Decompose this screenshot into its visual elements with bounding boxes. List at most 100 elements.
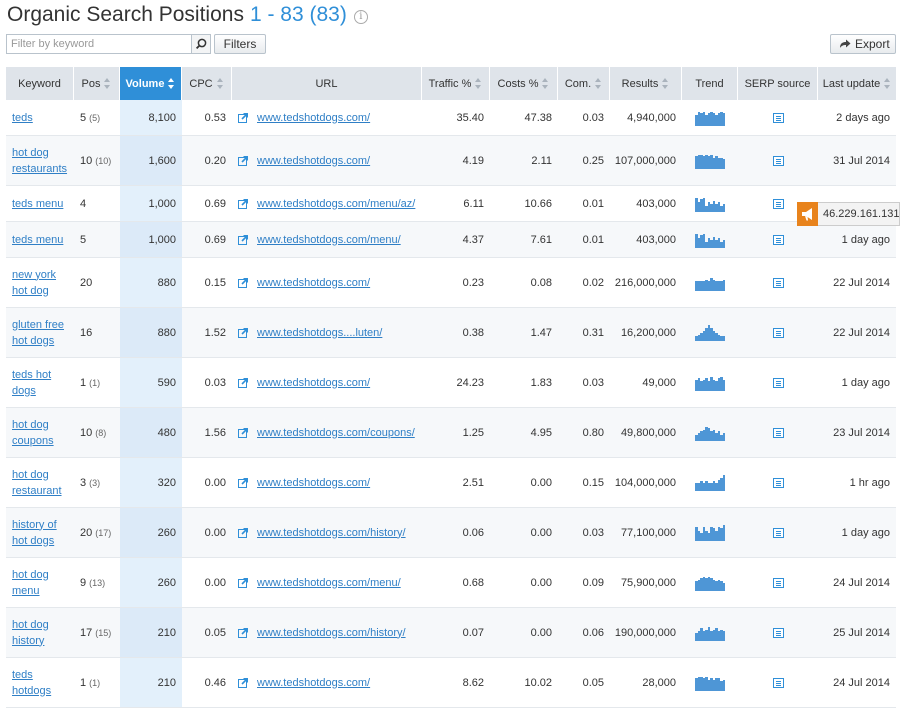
serp-source-icon[interactable] <box>772 427 784 438</box>
cell-trend <box>682 186 738 221</box>
position-value: 4 <box>80 197 87 210</box>
external-link-icon[interactable] <box>238 327 249 338</box>
url-link[interactable]: www.tedshotdogs.com/ <box>257 112 370 124</box>
column-header-traffic[interactable]: Traffic % <box>422 67 490 100</box>
results-value: 403,000 <box>636 197 676 210</box>
url-link[interactable]: www.tedshotdogs....luten/ <box>257 327 382 339</box>
cell-cpc: 0.15 <box>182 258 232 307</box>
external-link-icon[interactable] <box>238 155 249 166</box>
cell-results: 403,000 <box>610 186 682 221</box>
external-link-icon[interactable] <box>238 198 249 209</box>
previous-position: (13) <box>89 577 106 588</box>
cell-url: www.tedshotdogs.com/ <box>232 136 422 185</box>
column-header-costs[interactable]: Costs % <box>490 67 558 100</box>
external-link-icon[interactable] <box>238 527 249 538</box>
results-value: 75,900,000 <box>620 576 676 589</box>
keyword-link[interactable]: teds menu <box>12 196 63 212</box>
sort-arrows-icon <box>168 78 175 89</box>
keyword-link[interactable]: teds hotdogs <box>12 667 68 699</box>
external-link-icon[interactable] <box>238 577 249 588</box>
cell-traffic: 35.40 <box>422 100 490 135</box>
cpc-value: 0.69 <box>204 197 226 210</box>
external-link-icon[interactable] <box>238 277 249 288</box>
external-link-icon[interactable] <box>238 377 249 388</box>
cell-keyword: teds hotdogs <box>6 658 74 707</box>
keyword-link[interactable]: teds hot dogs <box>12 367 68 399</box>
previous-position: (8) <box>95 427 107 438</box>
serp-source-icon[interactable] <box>772 327 784 338</box>
column-header-volume[interactable]: Volume <box>120 67 182 100</box>
cell-serp <box>738 508 818 557</box>
serp-source-icon[interactable] <box>772 677 784 688</box>
cell-keyword: gluten free hot dogs <box>6 308 74 357</box>
url-link[interactable]: www.tedshotdogs.com/coupons/ <box>257 427 415 439</box>
positions-table: Keyword Pos Volume CPC URL Traffic % Costs % Co… <box>6 67 896 708</box>
column-header-results[interactable]: Results <box>610 67 682 100</box>
export-button[interactable]: Export <box>830 34 896 54</box>
serp-source-icon[interactable] <box>772 377 784 388</box>
serp-source-icon[interactable] <box>772 577 784 588</box>
serp-source-icon[interactable] <box>772 527 784 538</box>
serp-source-icon[interactable] <box>772 277 784 288</box>
serp-source-icon[interactable] <box>772 198 784 209</box>
external-link-icon[interactable] <box>238 627 249 638</box>
column-header-keyword[interactable]: Keyword <box>6 67 74 100</box>
external-link-icon[interactable] <box>238 677 249 688</box>
url-link[interactable]: www.tedshotdogs.com/menu/ <box>257 234 401 246</box>
search-icon <box>195 38 207 50</box>
cell-volume: 210 <box>120 658 182 707</box>
serp-source-icon[interactable] <box>772 627 784 638</box>
costs-value: 4.95 <box>530 426 552 439</box>
keyword-link[interactable]: hot dog restaurant <box>12 467 68 499</box>
trend-sparkline <box>695 275 725 291</box>
cell-url: www.tedshotdogs.com/ <box>232 458 422 507</box>
url-link[interactable]: www.tedshotdogs.com/ <box>257 677 370 689</box>
url-link[interactable]: www.tedshotdogs.com/history/ <box>257 527 406 539</box>
external-link-icon[interactable] <box>238 234 249 245</box>
column-header-trend[interactable]: Trend <box>682 67 738 100</box>
search-button[interactable] <box>191 35 210 53</box>
url-link[interactable]: www.tedshotdogs.com/ <box>257 277 370 289</box>
column-header-pos[interactable]: Pos <box>74 67 120 100</box>
serp-source-icon[interactable] <box>772 477 784 488</box>
url-link[interactable]: www.tedshotdogs.com/menu/az/ <box>257 198 415 210</box>
column-header-label: Results <box>621 77 659 90</box>
column-header-serp[interactable]: SERP source <box>738 67 818 100</box>
cpc-value: 0.00 <box>204 476 226 489</box>
column-header-url[interactable]: URL <box>232 67 422 100</box>
serp-source-icon[interactable] <box>772 234 784 245</box>
external-link-icon[interactable] <box>238 477 249 488</box>
filters-button[interactable]: Filters <box>214 34 266 54</box>
keyword-link[interactable]: hot dog history <box>12 617 68 649</box>
external-link-icon[interactable] <box>238 112 249 123</box>
column-header-cpc[interactable]: CPC <box>182 67 232 100</box>
keyword-link[interactable]: history of hot dogs <box>12 517 68 549</box>
keyword-link[interactable]: hot dog restaurants <box>12 145 68 177</box>
url-link[interactable]: www.tedshotdogs.com/ <box>257 155 370 167</box>
traffic-value: 2.51 <box>462 476 484 489</box>
cell-com: 0.09 <box>558 558 610 607</box>
costs-value: 1.47 <box>530 326 552 339</box>
external-link-icon[interactable] <box>238 427 249 438</box>
keyword-link[interactable]: new york hot dog <box>12 267 68 299</box>
cell-traffic: 8.62 <box>422 658 490 707</box>
cell-com: 0.03 <box>558 508 610 557</box>
serp-source-icon[interactable] <box>772 112 784 123</box>
url-link[interactable]: www.tedshotdogs.com/history/ <box>257 627 406 639</box>
keyword-link[interactable]: teds menu <box>12 232 63 248</box>
column-header-com[interactable]: Com. <box>558 67 610 100</box>
cell-results: 104,000,000 <box>610 458 682 507</box>
url-link[interactable]: www.tedshotdogs.com/ <box>257 477 370 489</box>
keyword-link[interactable]: teds <box>12 110 33 126</box>
serp-source-icon[interactable] <box>772 155 784 166</box>
keyword-link[interactable]: hot dog menu <box>12 567 68 599</box>
url-link[interactable]: www.tedshotdogs.com/ <box>257 377 370 389</box>
cell-results: 49,000 <box>610 358 682 407</box>
keyword-link[interactable]: hot dog coupons <box>12 417 68 449</box>
column-header-last-update[interactable]: Last update <box>818 67 896 100</box>
keyword-filter-input[interactable] <box>7 35 190 53</box>
ip-badge[interactable]: 46.229.161.131 <box>797 202 900 226</box>
url-link[interactable]: www.tedshotdogs.com/menu/ <box>257 577 401 589</box>
info-icon[interactable]: i <box>353 10 368 24</box>
keyword-link[interactable]: gluten free hot dogs <box>12 317 68 349</box>
